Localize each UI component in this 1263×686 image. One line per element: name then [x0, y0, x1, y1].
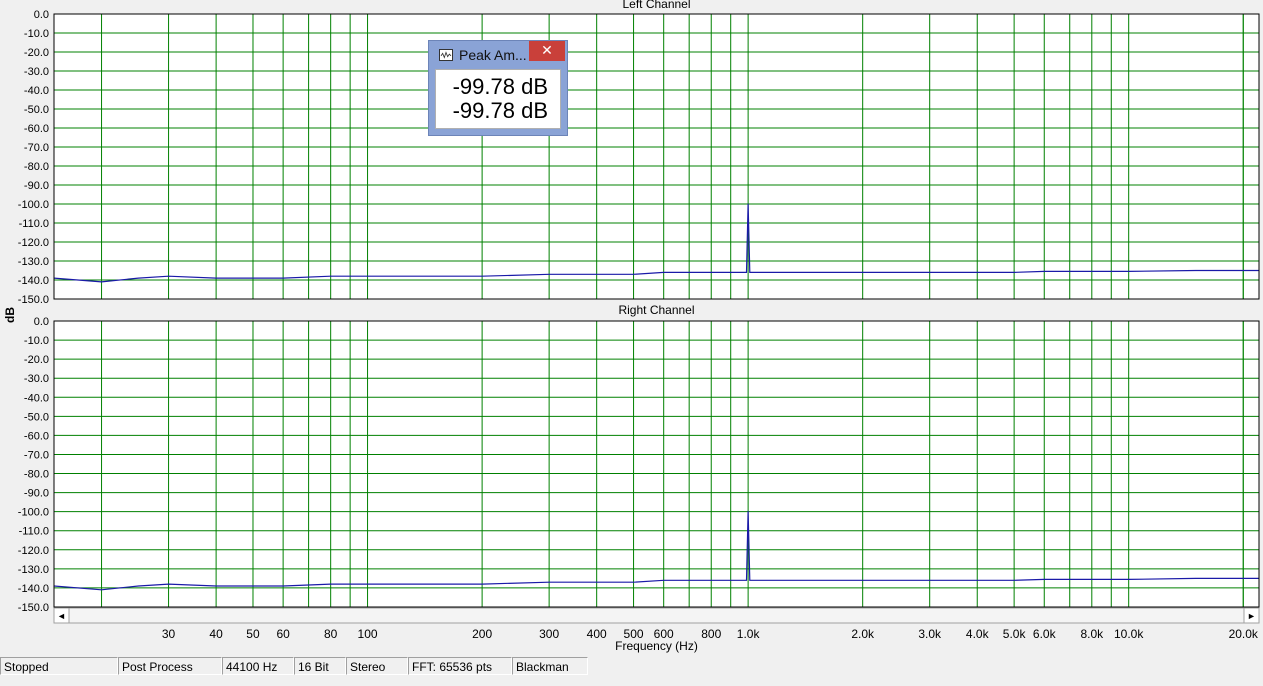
x-tick-label: 10.0k [1114, 627, 1144, 641]
x-tick-label: 3.0k [918, 627, 942, 641]
spectrum-panel-left: 0.0 -10.0 -20.0 -30.0 -40.0 -50.0 -60.0 -70.0 -8… [18, 0, 1260, 306]
x-tick-label: 2.0k [851, 627, 875, 641]
status-fft: FFT: 65536 pts [408, 657, 512, 675]
spectrum-panel-right: 0.0 -10.0 -20.0 -30.0 -40.0 -50.0 -60.0 -70.0 -8… [18, 303, 1260, 614]
x-tick-label: 4.0k [966, 627, 990, 641]
scroll-right-button[interactable]: ► [1243, 607, 1260, 624]
y-tick-label: -30.0 [24, 66, 49, 78]
spectrum-view: 0.0 -10.0 -20.0 -30.0 -40.0 -50.0 -60.0 -70.0 -8… [3, 0, 1260, 653]
peak-left-value: -99.78 dB [452, 74, 548, 99]
y-tick-label: -50.0 [24, 104, 49, 116]
x-tick-label: 50 [246, 627, 260, 641]
x-tick-label: 20.0k [1229, 627, 1259, 641]
scrollbar-track [53, 607, 1260, 624]
y-tick-label: -20.0 [24, 47, 49, 59]
x-tick-label: 30 [162, 627, 176, 641]
x-tick-label: 8.0k [1080, 627, 1104, 641]
y-tick-label: -70.0 [24, 449, 49, 461]
horizontal-scrollbar: ◄ ► [53, 607, 1260, 624]
x-axis-label: Frequency (Hz) [615, 639, 698, 653]
peak-window-title: Peak Am... [459, 47, 527, 63]
y-tick-label: -70.0 [24, 142, 49, 154]
y-tick-label: -130.0 [18, 564, 49, 576]
chart-title: Left Channel [622, 0, 690, 11]
close-icon: ✕ [541, 42, 553, 58]
x-tick-label: 1.0k [737, 627, 761, 641]
y-tick-label: -90.0 [24, 488, 49, 500]
x-tick-label: 200 [472, 627, 492, 641]
peak-window-titlebar[interactable]: Peak Am... ✕ [429, 41, 567, 69]
x-tick-label: 40 [209, 627, 223, 641]
y-tick-label: -30.0 [24, 373, 49, 385]
y-tick-label: -120.0 [18, 237, 49, 249]
y-tick-label: -60.0 [24, 123, 49, 135]
status-sample-rate: 44100 Hz [222, 657, 294, 675]
y-tick-label: -10.0 [24, 335, 49, 347]
y-tick-label: -40.0 [24, 392, 49, 404]
y-tick-label: -100.0 [18, 507, 49, 519]
status-mode: Post Process [118, 657, 222, 675]
y-tick-label: 0.0 [34, 316, 49, 328]
x-tick-label: 300 [539, 627, 559, 641]
waveform-icon [439, 49, 453, 61]
y-tick-label: -80.0 [24, 469, 49, 481]
y-tick-label: -90.0 [24, 180, 49, 192]
status-state: Stopped [0, 657, 118, 675]
scroll-left-icon: ◄ [57, 611, 66, 621]
x-tick-label: 400 [587, 627, 607, 641]
chart-title: Right Channel [618, 303, 694, 317]
y-tick-label: -110.0 [19, 526, 49, 538]
close-button[interactable]: ✕ [529, 41, 565, 61]
status-bit-depth: 16 Bit [294, 657, 346, 675]
plot-area [54, 14, 1259, 299]
y-tick-label: -120.0 [18, 545, 49, 557]
y-tick-label: -110.0 [19, 218, 49, 230]
y-tick-label: -140.0 [18, 275, 49, 287]
peak-readout: -99.78 dB -99.78 dB [435, 69, 561, 129]
y-tick-label: -140.0 [18, 583, 49, 595]
status-window: Blackman [512, 657, 588, 675]
y-axis-label: dB [3, 307, 17, 323]
y-tick-label: -40.0 [24, 85, 49, 97]
peak-right-value: -99.78 dB [452, 98, 548, 123]
y-tick-label: 0.0 [34, 9, 49, 21]
status-channels: Stereo [346, 657, 408, 675]
y-tick-label: -20.0 [24, 354, 49, 366]
x-tick-label: 80 [324, 627, 338, 641]
peak-amplitude-window[interactable]: Peak Am... ✕ -99.78 dB -99.78 dB [428, 40, 568, 136]
y-tick-label: -10.0 [24, 28, 49, 40]
x-tick-label: 60 [276, 627, 290, 641]
plot-area [54, 321, 1259, 607]
scroll-left-button[interactable]: ◄ [53, 607, 70, 624]
x-tick-label: 6.0k [1033, 627, 1057, 641]
y-tick-label: -150.0 [18, 602, 49, 614]
x-tick-label: 800 [701, 627, 721, 641]
y-tick-label: -150.0 [18, 294, 49, 306]
x-tick-label: 5.0k [1003, 627, 1027, 641]
y-tick-label: -80.0 [24, 161, 49, 173]
scroll-right-icon: ► [1247, 611, 1256, 621]
y-tick-label: -60.0 [24, 430, 49, 442]
y-tick-label: -50.0 [24, 411, 49, 423]
y-tick-label: -130.0 [18, 256, 49, 268]
y-tick-label: -100.0 [18, 199, 49, 211]
status-bar: Stopped Post Process 44100 Hz 16 Bit Ste… [0, 656, 1263, 686]
x-tick-label: 100 [358, 627, 378, 641]
